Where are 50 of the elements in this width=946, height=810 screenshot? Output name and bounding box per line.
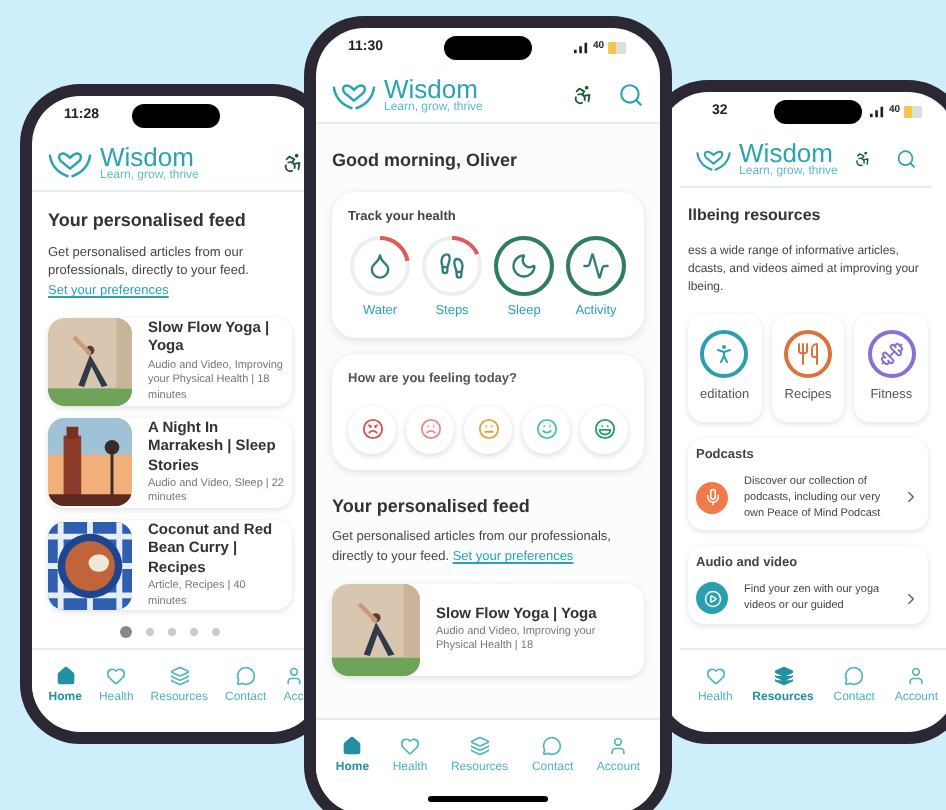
accessibility-icon[interactable] — [572, 84, 594, 106]
user-icon — [906, 666, 927, 686]
logo-icon — [696, 145, 732, 173]
heart-icon — [106, 666, 127, 686]
brand-name: Wisdom — [100, 144, 194, 170]
moon-icon — [510, 252, 538, 281]
chat-icon — [844, 666, 865, 686]
mood-button[interactable] — [522, 405, 570, 454]
user-icon — [608, 736, 629, 756]
mood-button[interactable] — [580, 405, 628, 454]
layers-icon — [469, 736, 490, 756]
heart-icon — [705, 666, 726, 686]
layers-icon — [169, 666, 190, 686]
accessibility-icon[interactable] — [282, 152, 304, 174]
logo-icon — [332, 81, 376, 109]
home-icon — [342, 736, 363, 756]
battery-icon — [904, 106, 924, 118]
camera-notch — [444, 36, 532, 60]
signal-icon — [574, 42, 589, 54]
layers-icon — [773, 666, 794, 686]
brand-name: Wisdom — [384, 76, 478, 102]
user-icon — [283, 666, 304, 686]
mood-button[interactable] — [464, 405, 512, 454]
brand-name: Wisdom — [739, 140, 833, 166]
section-title: Your personalised feed — [332, 493, 532, 520]
heart-icon — [400, 736, 421, 756]
search-icon[interactable] — [618, 82, 644, 108]
camera-notch — [774, 100, 862, 124]
microphone-icon — [703, 488, 721, 507]
logo-icon — [48, 149, 92, 177]
footprints-icon — [438, 252, 466, 281]
chevron-icon[interactable] — [902, 488, 920, 507]
section-title: Your personalised feed — [48, 208, 248, 234]
accessibility-icon[interactable] — [853, 148, 872, 170]
mood-button[interactable] — [348, 405, 396, 454]
chat-icon — [235, 666, 256, 686]
chevron-icon[interactable] — [902, 589, 920, 608]
signal-icon — [870, 106, 885, 118]
activity-icon — [582, 252, 610, 281]
home-indicator — [428, 796, 548, 802]
water-drop-icon — [366, 252, 394, 281]
chat-icon — [542, 736, 563, 756]
section-title: llbeing resources — [688, 204, 823, 228]
mood-button[interactable] — [406, 405, 454, 454]
search-icon[interactable] — [895, 146, 917, 172]
greeting: Good morning, Oliver — [332, 148, 520, 174]
battery-icon — [608, 42, 628, 54]
camera-notch — [132, 104, 220, 128]
home-icon — [55, 666, 76, 686]
play-icon — [703, 589, 721, 608]
